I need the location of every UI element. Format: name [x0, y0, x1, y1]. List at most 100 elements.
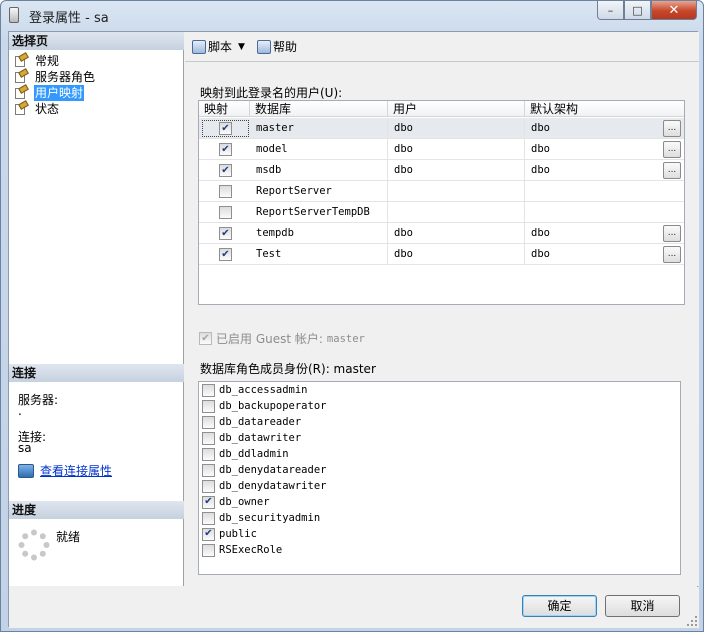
page-settings-icon — [13, 52, 29, 68]
role-checkbox[interactable] — [202, 383, 215, 397]
table-row[interactable]: ✔ tempdb dbo dbo ... — [199, 223, 684, 244]
guest-label: 已启用 Guest 帐户: — [216, 332, 323, 346]
window-icon — [9, 7, 19, 23]
table-row[interactable]: ✔ master dbo dbo ... — [199, 118, 684, 139]
table-row[interactable]: ✔ Test dbo dbo ... — [199, 244, 684, 265]
dialog-client: 选择页 常规 服务器角色 用户映射 状态 连接 服务器: . 连接: sa 查看… — [8, 31, 699, 628]
role-membership-list[interactable]: db_accessadmin db_backupoperator db_data… — [198, 381, 681, 575]
chevron-down-icon[interactable]: ▼ — [238, 42, 245, 52]
map-checkbox[interactable]: ✔ — [219, 227, 232, 240]
role-checkbox[interactable] — [202, 511, 215, 525]
window-controls: – □ ✕ — [597, 1, 697, 20]
map-checkbox[interactable] — [219, 185, 232, 198]
page-server-roles[interactable]: 服务器角色 — [13, 68, 96, 85]
browse-schema-button[interactable]: ... — [663, 246, 681, 263]
list-item[interactable]: ✔ db_owner — [202, 494, 270, 510]
close-button[interactable]: ✕ — [651, 1, 697, 20]
browse-schema-button[interactable]: ... — [663, 141, 681, 158]
maximize-button[interactable]: □ — [624, 1, 651, 20]
role-checkbox[interactable] — [202, 415, 215, 429]
page-status[interactable]: 状态 — [13, 100, 60, 117]
map-checkbox[interactable]: ✔ — [219, 164, 232, 177]
script-button[interactable]: 脚本 ▼ — [192, 38, 245, 55]
table-row[interactable]: ✔ msdb dbo dbo ... — [199, 160, 684, 181]
user-cell[interactable] — [388, 181, 525, 202]
dialog-footer: 确定 取消 — [9, 587, 699, 628]
schema-cell[interactable]: dbo — [525, 139, 684, 160]
browse-schema-button[interactable]: ... — [663, 225, 681, 242]
progress-spinner-icon — [18, 529, 50, 561]
list-item[interactable]: db_denydatareader — [202, 462, 326, 478]
map-checkbox[interactable]: ✔ — [219, 143, 232, 156]
list-item[interactable]: db_securityadmin — [202, 510, 320, 526]
list-item[interactable]: db_backupoperator — [202, 398, 326, 414]
schema-cell[interactable]: dbo — [525, 223, 684, 244]
role-checkbox[interactable] — [202, 399, 215, 413]
page-settings-icon — [13, 84, 29, 100]
role-name: db_datawriter — [219, 432, 302, 444]
schema-cell[interactable]: dbo — [525, 160, 684, 181]
column-header-default-schema[interactable]: 默认架构 — [525, 101, 684, 117]
page-server-roles-label: 服务器角色 — [35, 70, 96, 84]
user-cell[interactable]: dbo — [388, 118, 525, 139]
title-bar[interactable]: 登录属性 - sa – □ ✕ — [1, 1, 703, 29]
connection-value: sa — [18, 441, 32, 455]
role-checkbox[interactable] — [202, 463, 215, 477]
schema-cell[interactable] — [525, 181, 684, 202]
role-checkbox[interactable] — [202, 431, 215, 445]
schema-cell[interactable] — [525, 202, 684, 223]
ok-button[interactable]: 确定 — [522, 595, 597, 617]
role-name: db_ddladmin — [219, 448, 289, 460]
table-row[interactable]: ReportServer — [199, 181, 684, 202]
minimize-button[interactable]: – — [597, 1, 624, 20]
help-button[interactable]: 帮助 — [256, 38, 297, 55]
user-cell[interactable]: dbo — [388, 244, 525, 265]
page-user-mapping[interactable]: 用户映射 — [13, 84, 85, 101]
browse-schema-button[interactable]: ... — [663, 120, 681, 137]
role-checkbox[interactable]: ✔ — [202, 527, 215, 541]
resize-grip-icon[interactable] — [687, 616, 697, 626]
map-checkbox[interactable]: ✔ — [219, 122, 232, 135]
role-checkbox[interactable] — [202, 447, 215, 461]
column-header-map[interactable]: 映射 — [199, 101, 250, 117]
table-row[interactable]: ReportServerTempDB — [199, 202, 684, 223]
page-settings-icon — [13, 100, 29, 116]
select-page-header: 选择页 — [9, 32, 184, 50]
connection-header: 连接 — [9, 364, 184, 382]
page-general-label: 常规 — [35, 54, 60, 68]
list-item[interactable]: ✔ public — [202, 526, 257, 542]
left-pane: 选择页 常规 服务器角色 用户映射 状态 连接 服务器: . 连接: sa 查看… — [9, 32, 184, 586]
list-item[interactable]: db_denydatawriter — [202, 478, 326, 494]
list-item[interactable]: db_ddladmin — [202, 446, 289, 462]
map-checkbox[interactable]: ✔ — [219, 248, 232, 261]
browse-schema-button[interactable]: ... — [663, 162, 681, 179]
list-item[interactable]: db_accessadmin — [202, 382, 308, 398]
role-checkbox[interactable] — [202, 479, 215, 493]
table-row[interactable]: ✔ model dbo dbo ... — [199, 139, 684, 160]
schema-cell[interactable]: dbo — [525, 118, 684, 139]
list-item[interactable]: db_datareader — [202, 414, 301, 430]
database-cell: msdb — [250, 160, 388, 181]
user-cell[interactable]: dbo — [388, 160, 525, 181]
server-label: 服务器: — [18, 393, 59, 407]
role-name: RSExecRole — [219, 544, 283, 556]
list-item[interactable]: RSExecRole — [202, 542, 282, 558]
view-connection-properties-link[interactable]: 查看连接属性 — [18, 462, 112, 479]
schema-cell[interactable]: dbo — [525, 244, 684, 265]
map-checkbox[interactable] — [219, 206, 232, 219]
cancel-button[interactable]: 取消 — [605, 595, 680, 617]
user-cell[interactable] — [388, 202, 525, 223]
list-item[interactable]: db_datawriter — [202, 430, 301, 446]
role-checkbox[interactable] — [202, 543, 215, 557]
right-pane: 脚本 ▼ 帮助 映射到此登录名的用户(U): 映射 数据库 用户 默认架构 ✔ … — [185, 32, 699, 586]
column-header-database[interactable]: 数据库 — [250, 101, 388, 117]
toolbar: 脚本 ▼ 帮助 — [185, 32, 699, 62]
role-checkbox[interactable]: ✔ — [202, 495, 215, 509]
user-cell[interactable]: dbo — [388, 139, 525, 160]
user-mapping-grid[interactable]: 映射 数据库 用户 默认架构 ✔ master dbo dbo ... ✔ mo… — [198, 100, 685, 305]
column-header-user[interactable]: 用户 — [388, 101, 525, 117]
page-general[interactable]: 常规 — [13, 52, 60, 69]
user-cell[interactable]: dbo — [388, 223, 525, 244]
script-icon — [192, 39, 206, 54]
mapping-grid-label: 映射到此登录名的用户(U): — [200, 86, 343, 100]
